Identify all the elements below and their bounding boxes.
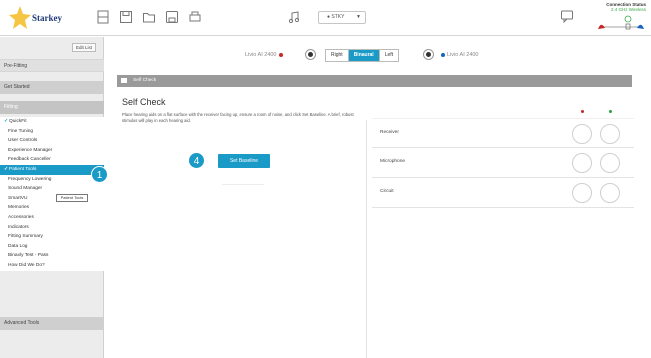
side-option-right[interactable]: Right [326,50,349,61]
sidebar-item-label: Sound Manager [8,186,43,192]
step-badge-1: 1 [91,166,108,183]
sidebar-item[interactable]: Frequency Lowering [0,175,104,185]
sidebar-item[interactable]: ✓QuickFit [0,117,104,127]
sidebar-item-label: Frequency Lowering [8,176,52,182]
chevron-down-icon: ▼ [356,14,361,20]
edit-list-button[interactable]: Edit List [72,43,96,52]
right-ear-marker [581,110,584,113]
sidebar: Edit List Pre-Fitting Get Started Fittin… [0,37,104,358]
left-status-indicator [600,183,620,203]
sidebar-item[interactable]: Indicators [0,223,104,233]
divider [222,184,264,185]
help-chat-icon[interactable] [560,9,574,23]
sidebar-section-advanced-tools[interactable]: Advanced Tools [0,317,104,330]
star-logo-icon [9,6,31,29]
panel-header-icon [121,78,127,83]
side-segmented-control: Right Binaural Left [325,49,400,62]
set-baseline-button[interactable]: Set Baseline [218,154,270,168]
tooltip: Patient Tools [56,194,88,202]
sidebar-section-fitting[interactable]: Fitting [0,101,104,114]
sidebar-item-label: Accessories [8,214,34,220]
sidebar-item-label: Experience Manager [8,147,53,153]
check-label: Circuit [380,189,394,194]
check-label: Microphone [380,159,406,164]
right-ear-icon[interactable] [305,49,316,60]
side-selector: Livio AI 2400 Right Binaural Left Livio AI… [105,37,651,73]
right-status-indicator [572,183,592,203]
left-status-indicator [600,124,620,144]
sidebar-item-label: QuickFit [9,119,27,124]
check-row-circuit: Circuit [372,178,634,208]
right-device-name: Livio AI 2400 [447,52,479,58]
red-dot-icon [278,52,283,57]
blue-dot-icon [441,52,445,57]
connection-status: Connection Status 2.4 GHz Wireless [594,2,650,34]
program-select-value: ● STKY [327,14,345,20]
side-option-binaural[interactable]: Binaural [348,50,380,61]
sidebar-item-label: Memories [8,205,30,211]
top-toolbar: Starkey ● STKY ▼ Connection Status 2.4 G… [0,0,651,36]
check-label: Receiver [380,130,399,135]
sidebar-item-label: Feedback Canceller [8,157,51,163]
folder-icon[interactable] [142,10,156,24]
step-badge-4: 4 [188,152,205,169]
left-device-name: Livio AI 2400 [245,52,277,58]
sidebar-item[interactable]: User Controls [0,136,104,146]
connection-status-sub: 2.4 GHz Wireless [610,7,646,12]
sidebar-item[interactable]: Sound Manager [0,184,104,194]
left-status-indicator [600,153,620,173]
left-ear-marker [609,110,612,113]
brand-name: Starkey [32,13,62,23]
sidebar-item[interactable]: Binaxly Test - Pass [0,251,104,261]
sidebar-item-label: Fitting Summary [8,234,43,240]
sidebar-item[interactable]: Feedback Canceller [0,155,104,165]
checkmark-icon: ✓ [4,119,9,124]
sidebar-item[interactable]: Experience Manager [0,146,104,156]
sidebar-item-label: Indicators [8,224,29,230]
check-row-microphone: Microphone [372,148,634,178]
sidebar-items: ✓QuickFit Fine Tuning User Controls Experie… [0,117,104,271]
left-ear-icon[interactable] [423,49,434,60]
sidebar-section-prefitting[interactable]: Pre-Fitting [0,59,104,72]
sidebar-item-label: Data Log [8,243,28,249]
save-icon[interactable] [119,10,133,24]
starkey-logo: Starkey [8,5,70,31]
sidebar-item-label: User Controls [8,138,38,144]
side-option-left[interactable]: Left [379,50,399,61]
sidebar-item[interactable]: Accessories [0,213,104,223]
connection-graphic-icon [598,15,644,30]
sidebar-item[interactable]: ✓Patient Tools [0,164,104,175]
left-device-label: Livio AI 2400 [245,52,283,58]
people-icon[interactable] [96,10,110,24]
right-status-indicator [572,153,592,173]
sidebar-item-label: How Did We Do? [8,262,45,268]
sidebar-item[interactable]: How Did We Do? [0,261,104,271]
sidebar-item[interactable]: SmartVU [0,194,104,204]
sidebar-item[interactable]: Fine Tuning [0,127,104,137]
check-row-receiver: Receiver [372,118,634,148]
right-device-label: Livio AI 2400 [441,52,479,58]
sidebar-item-label: SmartVU [8,195,28,201]
disk-icon[interactable] [165,10,179,24]
page-title: Self Check [122,97,166,107]
checkmark-icon: ✓ [4,166,9,172]
sidebar-item-label: Fine Tuning [8,128,34,134]
right-status-indicator [572,124,592,144]
column-divider [366,120,367,358]
sidebar-item-label: Binaxly Test - Pass [8,253,49,259]
music-note-icon[interactable] [287,10,301,24]
panel-header-bar: Self Check [117,75,632,87]
instructions-text: Place hearing aids on a flat surface wit… [122,112,354,123]
program-select[interactable]: ● STKY ▼ [318,11,366,24]
toolbar-icons [96,10,202,24]
print-icon[interactable] [188,10,202,24]
sidebar-item-label: Patient Tools [9,166,37,172]
sidebar-item[interactable]: Fitting Summary [0,232,104,242]
sidebar-item[interactable]: Memories [0,203,104,213]
sidebar-item[interactable]: Data Log [0,242,104,252]
panel-header-text: Self Check [133,78,157,83]
sidebar-section-get-started[interactable]: Get Started [0,81,104,94]
